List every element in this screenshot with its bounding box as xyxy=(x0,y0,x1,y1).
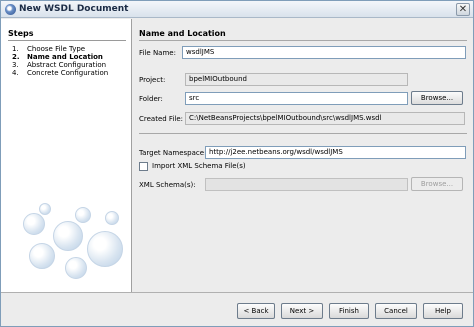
folder-input[interactable]: src xyxy=(185,92,408,105)
form-divider xyxy=(139,133,467,134)
created-file-field: C:\NetBeansProjects\bpelMIOutbound\src\w… xyxy=(185,112,465,125)
section-title: Name and Location xyxy=(139,29,226,38)
file-name-input[interactable]: wsdlJMS xyxy=(182,46,466,59)
folder-browse-button[interactable]: Browse... xyxy=(411,91,463,105)
bubble-decoration xyxy=(53,221,83,251)
title-bar: New WSDL Document ✕ xyxy=(1,1,473,18)
decorative-bubbles xyxy=(19,199,129,289)
steps-divider xyxy=(8,40,126,41)
bubble-decoration xyxy=(105,211,119,225)
bubble-decoration xyxy=(65,257,87,279)
bubble-decoration xyxy=(23,213,45,235)
xml-schemas-browse-button: Browse... xyxy=(411,177,463,191)
folder-label: Folder: xyxy=(139,95,163,103)
bubble-decoration xyxy=(87,231,123,267)
window-title: New WSDL Document xyxy=(19,4,129,14)
bubble-decoration xyxy=(75,207,91,223)
next-button[interactable]: Next > xyxy=(281,303,323,319)
new-wsdl-dialog: New WSDL Document ✕ Steps 1. Choose File … xyxy=(0,0,474,327)
finish-button[interactable]: Finish xyxy=(329,303,369,319)
step-abstract-configuration: 3. Abstract Configuration xyxy=(12,61,107,69)
cancel-button[interactable]: Cancel xyxy=(375,303,417,319)
bubble-decoration xyxy=(39,203,51,215)
target-namespace-input[interactable]: http://j2ee.netbeans.org/wsdl/wsdlJMS xyxy=(205,146,466,159)
import-schema-label: Import XML Schema File(s) xyxy=(152,162,246,170)
step-name-and-location: 2. Name and Location xyxy=(12,53,103,61)
step-choose-file-type: 1. Choose File Type xyxy=(12,45,86,53)
project-field: bpelMIOutbound xyxy=(185,73,408,86)
netbeans-icon xyxy=(5,4,16,15)
footer-bar: < Back Next > Finish Cancel Help xyxy=(1,293,473,326)
main-panel: Name and Location File Name: wsdlJMS Pro… xyxy=(133,19,473,292)
xml-schemas-label: XML Schema(s): xyxy=(139,181,196,189)
steps-pane: Steps 1. Choose File Type 2. Name and Loca… xyxy=(1,19,132,292)
file-name-label: File Name: xyxy=(139,49,176,57)
xml-schemas-field xyxy=(205,178,408,191)
bubble-decoration xyxy=(29,243,55,269)
steps-title: Steps xyxy=(8,29,34,38)
step-concrete-configuration: 4. Concrete Configuration xyxy=(12,69,109,77)
section-divider xyxy=(139,40,467,41)
created-file-label: Created File: xyxy=(139,115,183,123)
import-schema-checkbox[interactable] xyxy=(139,162,148,171)
help-button[interactable]: Help xyxy=(423,303,463,319)
project-label: Project: xyxy=(139,76,166,84)
steps-list: 1. Choose File Type 2. Name and Location 3… xyxy=(12,45,108,77)
close-button[interactable]: ✕ xyxy=(456,3,470,16)
back-button[interactable]: < Back xyxy=(237,303,275,319)
target-namespace-label: Target Namespace: xyxy=(139,149,207,157)
